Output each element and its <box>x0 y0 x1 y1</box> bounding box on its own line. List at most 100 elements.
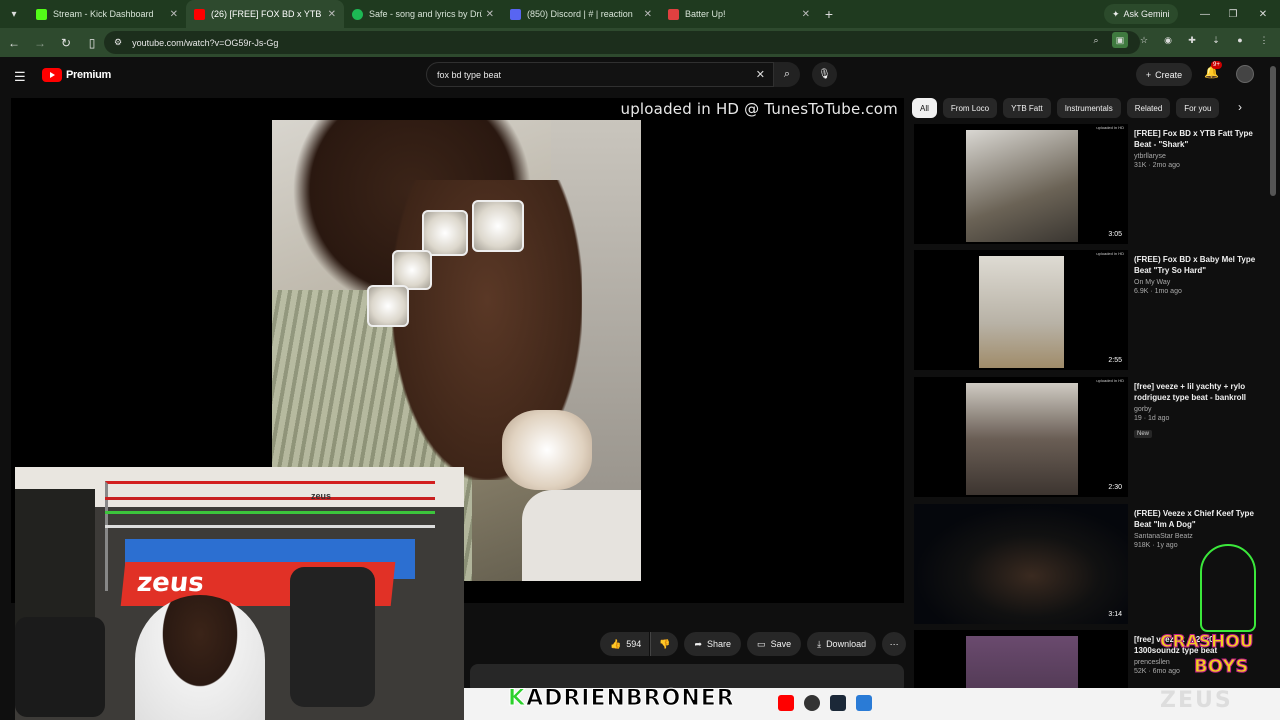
youtube-taskbar-icon[interactable] <box>778 695 794 711</box>
recommendation-item[interactable]: uploaded in HD 2:30 [free] veeze + lil y… <box>914 377 1260 497</box>
duration-badge: 3:05 <box>1108 231 1122 238</box>
bookmark-star-icon[interactable]: ☆ <box>1136 32 1152 48</box>
menu-kebab-icon[interactable]: ⋮ <box>1256 32 1272 48</box>
screen: ▾ Stream - Kick Dashboard ✕ (26) [FREE] … <box>0 0 1280 720</box>
video-title[interactable]: [FREE] Fox BD x YTB Fatt Type Beat - "Sh… <box>1134 128 1258 150</box>
chip-ytb-fatt[interactable]: YTB Fatt <box>1003 98 1051 118</box>
chip-for-you[interactable]: For you <box>1176 98 1220 118</box>
video-thumbnail[interactable]: 3:14 <box>914 504 1128 624</box>
spotify-icon <box>352 8 363 20</box>
gemini-icon: ✦ <box>1112 8 1120 19</box>
hamburger-menu-icon[interactable]: ☰ <box>14 69 26 85</box>
close-window-button[interactable]: ✕ <box>1248 0 1278 28</box>
dislike-button[interactable]: 👎 <box>650 632 679 656</box>
video-stats: 31K · 2mo ago <box>1134 162 1180 169</box>
channel-name[interactable]: On My Way <box>1134 279 1258 286</box>
youtube-play-icon <box>42 68 62 82</box>
more-actions-button[interactable]: ⋯ <box>882 632 907 656</box>
scrollbar[interactable] <box>1270 60 1276 690</box>
webcam-overlay: zeus zeus <box>15 467 464 720</box>
search-button[interactable]: ⌕ <box>774 62 800 87</box>
taskbar-apps <box>778 695 872 711</box>
new-tab-button[interactable]: + <box>818 6 840 22</box>
channel-name[interactable]: SantanaStar Beatz <box>1134 533 1258 540</box>
youtube-logo[interactable]: Premium <box>42 68 111 82</box>
download-icon: ⤓ <box>817 638 822 649</box>
tab-close-icon[interactable]: ✕ <box>486 9 494 20</box>
sidebar-icon[interactable]: ▯ <box>80 31 104 55</box>
crashou-boys-logo: CRASHOU BOYS ZEUS <box>1159 540 1270 720</box>
video-thumbnail[interactable] <box>914 630 1128 688</box>
search-input[interactable]: fox bd type beat ✕ <box>426 62 774 87</box>
tab-search-icon[interactable]: ▾ <box>0 0 28 28</box>
back-arrow-icon[interactable]: ← <box>2 31 26 55</box>
video-actions: 👍 594 👎 ➦ Share ▭ Save ⤓ Download ⋯ <box>600 632 907 658</box>
notifications-button[interactable]: 🔔 9+ <box>1204 61 1222 79</box>
streamer-figure <box>135 595 265 720</box>
save-button[interactable]: ▭ Save <box>747 632 802 656</box>
puzzle-icon[interactable]: ✚ <box>1184 32 1200 48</box>
address-bar[interactable]: ⚙ youtube.com/watch?v=OG59r-Js-Gg <box>104 31 1140 54</box>
video-title[interactable]: [free] veeze + lil yachty + rylo rodrigu… <box>1134 381 1258 403</box>
video-title[interactable]: (FREE) Fox BD x Baby Mel Type Beat "Try … <box>1134 254 1258 276</box>
video-thumbnail[interactable]: uploaded in HD 3:05 <box>914 124 1128 244</box>
chip-all[interactable]: All <box>912 98 937 118</box>
video-thumbnail[interactable]: uploaded in HD 2:30 <box>914 377 1128 497</box>
video-watermark: uploaded in HD @ TunesToTube.com <box>620 100 898 118</box>
create-button[interactable]: + Create <box>1136 63 1192 86</box>
extension-icon[interactable]: ▣ <box>1112 32 1128 48</box>
tab-batter-up[interactable]: Batter Up! ✕ <box>660 0 818 28</box>
tab-discord[interactable]: (850) Discord | # | reaction ✕ <box>502 0 660 28</box>
video-thumbnail[interactable]: uploaded in HD 2:55 <box>914 250 1128 370</box>
boxer-figure-icon <box>1200 544 1256 632</box>
channel-name[interactable]: gorby <box>1134 406 1258 413</box>
youtube-header: ☰ Premium fox bd type beat ✕ ⌕ 🎙 + Creat… <box>0 57 1280 93</box>
new-badge: New <box>1134 430 1153 438</box>
minimize-button[interactable]: — <box>1190 0 1220 28</box>
tab-close-icon[interactable]: ✕ <box>644 9 652 20</box>
recommendation-item[interactable]: uploaded in HD 2:55 (FREE) Fox BD x Baby… <box>914 250 1260 370</box>
tab-kick[interactable]: Stream - Kick Dashboard ✕ <box>28 0 186 28</box>
chevron-right-icon[interactable]: › <box>1238 100 1242 114</box>
tab-youtube[interactable]: (26) [FREE] FOX BD x YTB F ✕ <box>186 0 344 28</box>
chip-related[interactable]: Related <box>1126 98 1171 118</box>
tab-close-icon[interactable]: ✕ <box>802 9 810 20</box>
recommendation-item[interactable]: uploaded in HD 3:05 [FREE] Fox BD x YTB … <box>914 124 1260 244</box>
steam-icon[interactable] <box>830 695 846 711</box>
browser-tabbar: ▾ Stream - Kick Dashboard ✕ (26) [FREE] … <box>0 0 1280 28</box>
chip-instrumentals[interactable]: Instrumentals <box>1056 98 1121 118</box>
thumbs-up-icon: 👍 <box>610 638 622 649</box>
tab-spotify[interactable]: Safe - song and lyrics by Drü C ✕ <box>344 0 502 28</box>
reload-icon[interactable]: ↻ <box>54 31 78 55</box>
account-icon[interactable]: ● <box>1232 32 1248 48</box>
streamer-name-overlay: KADRIENBRONER <box>507 686 735 712</box>
notification-badge: 9+ <box>1211 61 1222 69</box>
clear-search-icon[interactable]: ✕ <box>756 68 765 81</box>
youtube-icon <box>194 8 205 20</box>
filter-chips: All From Loco YTB Fatt Instrumentals Rel… <box>912 98 1260 118</box>
duration-badge: 3:14 <box>1108 611 1122 618</box>
video-title[interactable]: (FREE) Veeze x Chief Keef Type Beat "Im … <box>1134 508 1258 530</box>
ask-gemini-button[interactable]: ✦ Ask Gemini <box>1104 4 1178 24</box>
profile-extension-icon[interactable]: ◉ <box>1160 32 1176 48</box>
obs-icon[interactable] <box>804 695 820 711</box>
share-button[interactable]: ➦ Share <box>684 632 742 656</box>
downloads-icon[interactable]: ⇣ <box>1208 32 1224 48</box>
game-icon <box>668 8 679 20</box>
download-button[interactable]: ⤓ Download <box>807 632 877 656</box>
tab-close-icon[interactable]: ✕ <box>328 9 336 20</box>
app-icon[interactable] <box>856 695 872 711</box>
browser-toolbar: ← → ↻ ▯ ⚙ youtube.com/watch?v=OG59r-Js-G… <box>0 28 1280 57</box>
voice-search-button[interactable]: 🎙 <box>812 62 837 87</box>
avatar[interactable] <box>1236 65 1254 83</box>
forward-arrow-icon[interactable]: → <box>28 31 52 55</box>
microphone-icon: 🎙 <box>818 69 831 80</box>
tab-close-icon[interactable]: ✕ <box>170 9 178 20</box>
maximize-button[interactable]: ❐ <box>1218 0 1248 28</box>
zoom-icon[interactable]: ⌕ <box>1088 32 1104 48</box>
like-button[interactable]: 👍 594 <box>600 632 650 656</box>
channel-name[interactable]: ytbrllaryse <box>1134 153 1258 160</box>
site-info-icon[interactable]: ⚙ <box>114 37 122 48</box>
chip-from-loco[interactable]: From Loco <box>942 98 998 118</box>
duration-badge: 2:30 <box>1108 484 1122 491</box>
